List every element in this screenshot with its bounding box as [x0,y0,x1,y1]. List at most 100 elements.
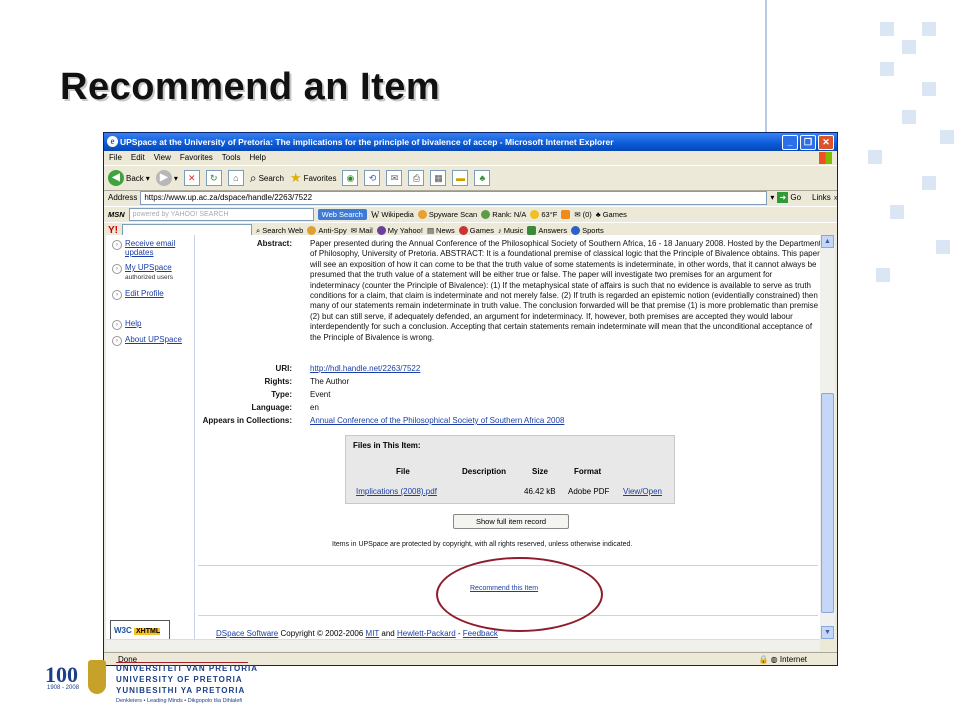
refresh-icon[interactable]: ↻ [205,170,222,186]
anti-spy-icon [307,226,317,235]
slide-title: Recommend an Item [60,66,441,108]
arrow-right-icon: › [112,240,122,250]
maximize-button[interactable]: ❐ [800,135,816,150]
university-name-afrikaans: UNIVERSITEIT VAN PRETORIA [116,664,259,673]
toolbar-search-input[interactable]: powered by YAHOO! SEARCH [128,208,314,221]
file-link[interactable]: Implications (2008).pdf [356,487,437,496]
counter-button[interactable]: ✉ (0) [574,210,591,219]
envelope-icon: ✉ [574,210,581,219]
web-search-button[interactable]: Web Search [317,209,367,220]
news-button[interactable]: ▤ News [427,226,455,235]
nav-receive-updates[interactable]: › Receive email updates [112,239,191,257]
feedback-link[interactable]: Feedback [463,629,498,638]
windows-flag-icon [819,152,832,164]
close-button[interactable]: ✕ [818,135,834,150]
print-icon[interactable]: ⎙ [408,170,425,186]
language-label: Language: [251,403,292,412]
rss-button[interactable] [561,210,571,219]
nav-edit-profile[interactable]: › Edit Profile [112,289,164,300]
folder-icon[interactable]: ▬ [452,170,469,186]
dspace-link[interactable]: DSpace Software [216,629,278,638]
stop-icon[interactable]: ✕ [183,170,200,186]
files-title: Files in This Item: [353,441,421,450]
weather-button[interactable]: 63°F [530,210,557,219]
media-icon[interactable]: ◉ [342,170,359,186]
rank-button[interactable]: Rank: N/A [481,210,526,219]
answers-button[interactable]: Answers [527,226,567,235]
edit-profile-link[interactable]: Edit Profile [125,289,164,298]
hp-link[interactable]: Hewlett-Packard [397,629,456,638]
w3c-xhtml-badge[interactable]: W3C XHTML 1.0 [110,620,170,639]
nav-my-upspace[interactable]: › My UPSpace authorized users [112,263,173,281]
vertical-scrollbar[interactable]: ▲ ▼ [820,235,835,639]
my-yahoo-button[interactable]: My Yahoo! [376,226,423,235]
favorites-button[interactable]: ★ Favorites [290,170,337,186]
address-bar: Address https://www.up.ac.za/dspace/hand… [104,190,837,205]
window-titlebar[interactable]: e UPSpace at the University of Pretoria:… [104,133,837,151]
scroll-thumb[interactable] [821,393,834,613]
menu-tools[interactable]: Tools [222,151,241,165]
about-link[interactable]: About UPSpace [125,335,182,344]
spyware-scan-button[interactable]: Spyware Scan [417,210,477,219]
scroll-down-icon[interactable]: ▼ [821,626,834,639]
mit-link[interactable]: MIT [366,629,380,638]
highlight-circle [436,557,603,632]
anti-spy-button[interactable]: Anti-Spy [307,226,347,235]
history-icon[interactable]: ⟲ [364,170,381,186]
help-link[interactable]: Help [125,319,141,328]
deco-square [922,22,936,36]
address-input[interactable]: https://www.up.ac.za/dspace/handle/2263/… [140,190,768,205]
games-button[interactable]: Games [458,226,494,235]
wikipedia-button[interactable]: W Wikipedia [371,210,414,220]
logo-rule [116,662,248,663]
files-table: Files in This Item: File Description Siz… [345,435,675,504]
search-button[interactable]: ⌕ Search [250,171,284,186]
show-full-record-button[interactable]: Show full item record [453,514,569,529]
sports-button[interactable]: Sports [571,226,604,235]
menu-file[interactable]: File [109,151,122,165]
search-web-button[interactable]: ⌕ Search Web [256,226,303,236]
toolbar-row-1: MSN powered by YAHOO! SEARCH Web Search … [104,206,837,222]
deco-square [902,40,916,54]
my-upspace-link[interactable]: My UPSpace [125,263,172,272]
file-size: 46.42 kB [524,487,556,496]
ie-logo-icon: e [107,136,118,147]
forward-arrow-icon: ▶ [155,170,172,186]
messenger-icon[interactable]: ♣ [474,170,491,186]
back-button[interactable]: ◀ Back ▾ [108,170,150,186]
minimize-button[interactable]: _ [782,135,798,150]
dropdown-arrow-icon: ▾ [173,173,178,183]
search-icon: ⌕ [256,225,261,235]
scroll-up-icon[interactable]: ▲ [821,235,834,248]
receive-updates-link[interactable]: Receive email updates [125,239,175,257]
address-dropdown-icon[interactable]: ▾ [770,193,774,202]
view-open-link[interactable]: View/Open [623,487,662,496]
go-button[interactable]: ➜ Go [777,192,801,203]
menu-help[interactable]: Help [249,151,265,165]
chevron-right-icon[interactable]: » [834,193,837,202]
mail-icon[interactable]: ✉ [386,170,403,186]
nav-help[interactable]: › Help [112,319,141,330]
menu-view[interactable]: View [154,151,171,165]
deco-square [880,22,894,36]
nav-about[interactable]: › About UPSpace [112,335,182,346]
files-header-format: Format [574,467,602,476]
edit-icon[interactable]: ▦ [430,170,447,186]
files-header-description: Description [462,467,507,476]
menu-favorites[interactable]: Favorites [180,151,213,165]
forward-button[interactable]: ▶ ▾ [155,170,178,186]
copyright-notice: Items in UPSpace are protected by copyri… [332,541,633,548]
uri-link[interactable]: http://hdl.handle.net/2263/7522 [310,364,420,373]
music-button[interactable]: ♪ Music [498,226,523,235]
home-icon[interactable]: ⌂ [227,170,244,186]
arrow-right-icon: › [112,336,122,346]
games-button[interactable]: ♣ Games [596,210,627,219]
files-header-size: Size [532,467,549,476]
horizontal-scrollbar[interactable] [106,639,820,651]
collection-link[interactable]: Annual Conference of the Philosophical S… [310,416,564,425]
my-yahoo-icon [376,226,386,235]
mail-button[interactable]: ✉ Mail [351,226,373,235]
deco-square [890,205,904,219]
links-button[interactable]: Links [812,193,831,202]
menu-edit[interactable]: Edit [131,151,145,165]
